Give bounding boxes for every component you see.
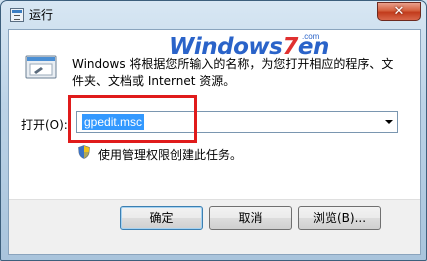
close-button[interactable]: ✕ [377, 2, 421, 21]
run-icon [25, 55, 57, 79]
ok-button[interactable]: 确定 [120, 206, 203, 230]
window-title: 运行 [29, 8, 54, 22]
cancel-button[interactable]: 取消 [209, 206, 292, 230]
watermark-domain: .com [302, 32, 320, 41]
open-label: 打开(O): [21, 118, 68, 132]
annotation-highlight-box [68, 95, 197, 143]
run-app-icon [10, 8, 24, 22]
close-icon: ✕ [393, 4, 405, 19]
chevron-down-icon[interactable] [380, 112, 397, 132]
title-bar[interactable]: 运行 ✕ [1, 1, 426, 29]
admin-note: 使用管理权限创建此任务。 [98, 148, 243, 162]
run-dialog: 运行 ✕ Windows7en .com Windows 将根据您所输入的名称，… [0, 0, 427, 261]
browse-button[interactable]: 浏览(B)... [298, 206, 381, 230]
dialog-body: Windows7en .com Windows 将根据您所输入的名称，为您打开相… [8, 29, 421, 255]
uac-shield-icon [78, 145, 90, 159]
description-text: Windows 将根据您所输入的名称，为您打开相应的程序、文件夹、文档或 Int… [72, 57, 394, 88]
